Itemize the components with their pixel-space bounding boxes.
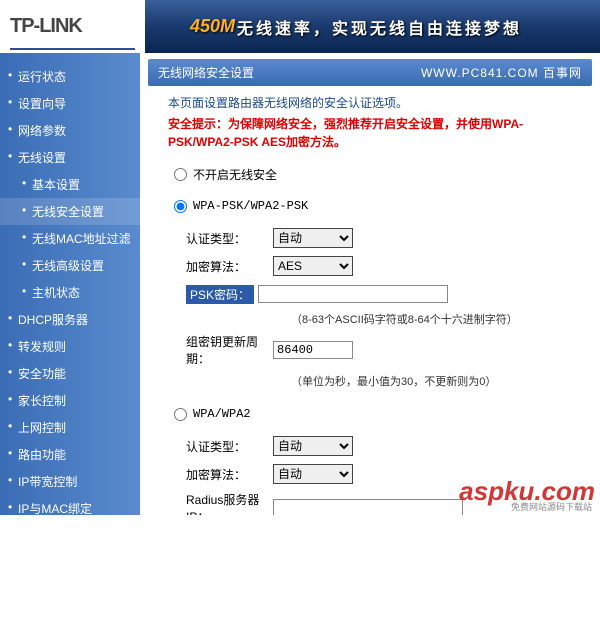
radius-ip-label: Radius服务器IP： (168, 491, 273, 515)
sidebar-item-10[interactable]: 转发规则 (0, 333, 140, 360)
sidebar-item-16[interactable]: IP与MAC绑定 (0, 495, 140, 522)
enc-label: 加密算法： (168, 258, 273, 275)
sidebar-item-11[interactable]: 安全功能 (0, 360, 140, 387)
wpa-auth-select[interactable]: 自动 (273, 436, 353, 456)
sidebar-item-12[interactable]: 家长控制 (0, 387, 140, 414)
sidebar-item-14[interactable]: 路由功能 (0, 441, 140, 468)
panel-header: 无线网络安全设置 WWW.PC841.COM 百事网 (148, 59, 592, 86)
renew-input[interactable] (273, 341, 353, 359)
sidebar-item-2[interactable]: 网络参数 (0, 117, 140, 144)
sidebar-item-3[interactable]: 无线设置 (0, 144, 140, 171)
logo-box: TP-LINK (0, 0, 145, 53)
radio-none-label: 不开启无线安全 (193, 166, 277, 183)
panel-warning: 安全提示：为保障网络安全，强烈推荐开启安全设置，并使用WPA-PSK/WPA2-… (168, 115, 572, 151)
watermark-sub: 免费网站源码下载站 (511, 500, 592, 513)
arrow-icon: >> (75, 605, 89, 624)
psk-hint: （8-63个ASCII码字符或8-64个十六进制字符） (291, 311, 572, 327)
sidebar-item-15[interactable]: IP带宽控制 (0, 468, 140, 495)
psk-input[interactable] (258, 285, 448, 303)
slogan: 450M 无线速率，实现无线自由连接梦想 (190, 15, 522, 39)
radio-wpa-label: WPA/WPA2 (193, 407, 251, 421)
footer-line1: 更多TP-LINK产品, (12, 588, 109, 602)
sidebar: 运行状态设置向导网络参数无线设置基本设置无线安全设置无线MAC地址过滤无线高级设… (0, 53, 140, 515)
logo-underline (10, 48, 135, 50)
panel-title: 无线网络安全设置 (158, 64, 254, 81)
row-wpa-auth: 认证类型： 自动 (168, 435, 572, 457)
sidebar-item-6[interactable]: 无线MAC地址过滤 (0, 225, 140, 252)
row-renew: 组密钥更新周期： (168, 333, 572, 367)
row-psk: PSK密码： (168, 283, 572, 305)
panel-body: 本页面设置路由器无线网络的安全认证选项。 安全提示：为保障网络安全，强烈推荐开启… (148, 86, 592, 515)
row-auth-type: 认证类型： 自动 (168, 227, 572, 249)
sidebar-footer: 更多TP-LINK产品, 请点击查看 >> (0, 576, 140, 624)
sidebar-item-1[interactable]: 设置向导 (0, 90, 140, 117)
radio-wpa-psk-label: WPA-PSK/WPA2-PSK (193, 199, 308, 213)
slogan-text: 无线速率，实现无线自由连接梦想 (237, 15, 522, 39)
sidebar-item-18[interactable]: 系统工具 (0, 549, 140, 576)
row-enc: 加密算法： AES (168, 255, 572, 277)
renew-label: 组密钥更新周期： (168, 333, 273, 367)
sidebar-item-9[interactable]: DHCP服务器 (0, 306, 140, 333)
radio-row-wpa: WPA/WPA2 (174, 403, 572, 425)
radio-row-none: 不开启无线安全 (174, 163, 572, 185)
wpa-enc-select[interactable]: 自动 (273, 464, 353, 484)
psk-label: PSK密码： (186, 285, 254, 304)
sidebar-item-7[interactable]: 无线高级设置 (0, 252, 140, 279)
sidebar-item-5[interactable]: 无线安全设置 (0, 198, 140, 225)
main-container: 运行状态设置向导网络参数无线设置基本设置无线安全设置无线MAC地址过滤无线高级设… (0, 53, 600, 515)
slogan-highlight: 450M (190, 16, 235, 37)
footer-link[interactable]: 请点击查看 >> (12, 607, 89, 621)
wpa-auth-label: 认证类型： (168, 438, 273, 455)
radio-wpa[interactable] (174, 408, 187, 421)
app-header: TP-LINK 450M 无线速率，实现无线自由连接梦想 (0, 0, 600, 53)
auth-label: 认证类型： (168, 230, 273, 247)
radius-ip-input[interactable] (273, 499, 463, 515)
radio-none[interactable] (174, 168, 187, 181)
radio-row-wpa-psk: WPA-PSK/WPA2-PSK (174, 195, 572, 217)
sidebar-item-13[interactable]: 上网控制 (0, 414, 140, 441)
sidebar-item-0[interactable]: 运行状态 (0, 63, 140, 90)
sidebar-menu: 运行状态设置向导网络参数无线设置基本设置无线安全设置无线MAC地址过滤无线高级设… (0, 63, 140, 576)
wpa-enc-label: 加密算法： (168, 466, 273, 483)
auth-select[interactable]: 自动 (273, 228, 353, 248)
renew-hint: （单位为秒，最小值为30，不更新则为0） (291, 373, 572, 389)
panel-desc: 本页面设置路由器无线网络的安全认证选项。 (168, 94, 572, 111)
sidebar-item-17[interactable]: 动态DNS (0, 522, 140, 549)
panel-url: WWW.PC841.COM 百事网 (421, 64, 582, 81)
sidebar-item-8[interactable]: 主机状态 (0, 279, 140, 306)
radio-wpa-psk[interactable] (174, 200, 187, 213)
sidebar-item-4[interactable]: 基本设置 (0, 171, 140, 198)
enc-select[interactable]: AES (273, 256, 353, 276)
content-area: 无线网络安全设置 WWW.PC841.COM 百事网 本页面设置路由器无线网络的… (140, 53, 600, 515)
logo-text: TP-LINK (10, 15, 82, 38)
